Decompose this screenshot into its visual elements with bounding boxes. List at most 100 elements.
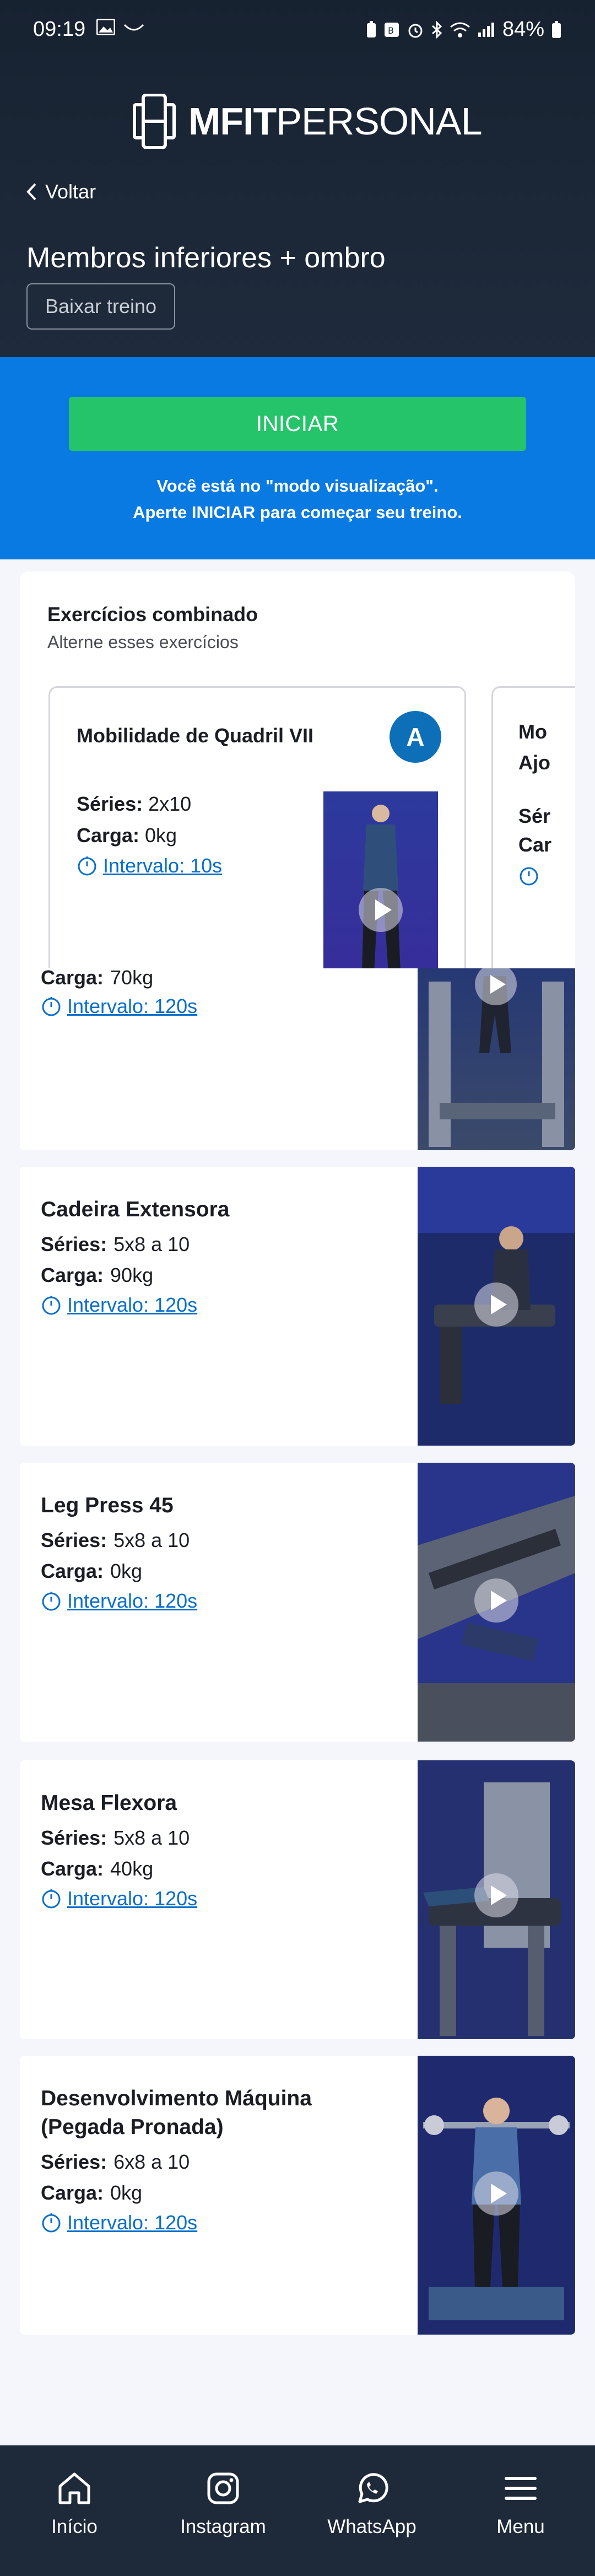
brand-name-bold: MFIT bbox=[188, 100, 277, 143]
home-icon bbox=[58, 2472, 90, 2504]
exercise-thumbnail[interactable] bbox=[418, 1760, 575, 2039]
exercise-card[interactable]: Mesa Flexora Séries: 5x8 a 10 Carga: 40kg … bbox=[20, 1760, 575, 2039]
exercise-name: Mo Ajo bbox=[518, 716, 550, 778]
timer-icon bbox=[42, 2213, 61, 2233]
exercise-name-line2: Ajo bbox=[518, 751, 550, 774]
start-button[interactable]: INICIAR bbox=[69, 397, 526, 451]
nav-item-menu[interactable]: Menu bbox=[466, 2469, 576, 2562]
load-value: 0kg bbox=[110, 1560, 143, 1582]
status-right-icons: B 84% bbox=[366, 18, 562, 41]
exercise-series: Séries: 2x10 bbox=[77, 793, 191, 816]
combined-exercise-card-b[interactable]: Mo Ajo Sér Car bbox=[491, 686, 575, 968]
exercise-name: Cadeira Extensora bbox=[41, 1198, 230, 1221]
series-label: Séries: bbox=[77, 793, 143, 815]
exercise-series: Sér bbox=[518, 805, 550, 828]
exercise-load: Carga: 70kg bbox=[41, 968, 153, 989]
interval-link[interactable]: Intervalo: 10s bbox=[77, 854, 222, 877]
interval-link[interactable]: Intervalo: 120s bbox=[41, 1294, 197, 1317]
exercise-thumbnail[interactable] bbox=[418, 2056, 575, 2335]
wifi-icon bbox=[450, 21, 470, 38]
signal-icon bbox=[477, 21, 496, 38]
exercise-name: Mobilidade de Quadril VII bbox=[77, 724, 314, 747]
timer-icon bbox=[42, 1889, 61, 1909]
battery-percent: 84% bbox=[502, 18, 544, 41]
exercise-thumbnail[interactable] bbox=[323, 791, 438, 968]
view-mode-line2: Aperte INICIAR para começar seu treino. bbox=[133, 503, 462, 522]
nav-label: WhatsApp bbox=[327, 2516, 416, 2537]
combined-title: Exercícios combinado bbox=[47, 603, 258, 626]
header: 09:19 B 84% MFITPERSONAL Voltar Membros … bbox=[0, 0, 595, 357]
exercise-load: Carga: 0kg bbox=[41, 2181, 142, 2205]
interval-link[interactable]: Intervalo: 120s bbox=[41, 2211, 197, 2234]
back-button[interactable]: Voltar bbox=[25, 180, 96, 203]
exercise-load: Carga: 40kg bbox=[41, 1857, 153, 1880]
exercise-load: Carga: 90kg bbox=[41, 1264, 153, 1287]
series-label: Séries: bbox=[41, 1233, 107, 1255]
nav-label: Menu bbox=[496, 2516, 545, 2537]
download-workout-button[interactable]: Baixar treino bbox=[26, 283, 175, 330]
exercise-series: Séries: 5x8 a 10 bbox=[41, 1529, 190, 1552]
exercise-name: Desenvolvimento Máquina (Pegada Pronada) bbox=[41, 2087, 312, 2139]
timer-icon bbox=[42, 1592, 61, 1611]
interval-link[interactable]: Intervalo: 120s bbox=[41, 1589, 197, 1613]
interval-text: Intervalo: 120s bbox=[67, 995, 198, 1017]
view-mode-message: Você está no "modo visualização". Aperte… bbox=[0, 473, 595, 526]
interval-text: Intervalo: 120s bbox=[67, 1294, 198, 1316]
series-value: 2x10 bbox=[148, 793, 192, 815]
interval-link[interactable]: Intervalo: 120s bbox=[41, 995, 197, 1018]
load-value: 70kg bbox=[110, 968, 154, 989]
interval-text: Intervalo: 120s bbox=[67, 1589, 198, 1612]
series-label: Sér bbox=[518, 805, 551, 827]
interval-text: Intervalo: 10s bbox=[103, 854, 223, 877]
exercise-card[interactable]: Cadeira Extensora Séries: 5x8 a 10 Carga:… bbox=[20, 1167, 575, 1446]
timer-icon bbox=[42, 1296, 61, 1315]
timer-icon bbox=[42, 997, 61, 1016]
nav-item-whatsapp[interactable]: WhatsApp bbox=[317, 2469, 427, 2562]
nav-item-instagram[interactable]: Instagram bbox=[168, 2469, 278, 2562]
nav-item-home[interactable]: Início bbox=[19, 2469, 129, 2562]
gallery-notification-icon bbox=[96, 19, 115, 35]
whatsapp-icon bbox=[358, 2473, 388, 2503]
exercise-load: Carga: 0kg bbox=[41, 1560, 142, 1583]
timer-icon bbox=[520, 867, 538, 886]
load-label: Car bbox=[518, 833, 552, 856]
page-title: Membros inferiores + ombro bbox=[26, 242, 386, 274]
exercise-name: Leg Press 45 bbox=[41, 1494, 174, 1517]
brand-name-light: PERSONAL bbox=[276, 100, 482, 143]
exercise-thumbnail[interactable] bbox=[418, 1463, 575, 1742]
interval-text: Intervalo: 120s bbox=[67, 2211, 198, 2234]
exercise-card[interactable]: Desenvolvimento Máquina (Pegada Pronada)… bbox=[20, 2056, 575, 2335]
series-label: Séries: bbox=[41, 1529, 107, 1551]
exercise-series: Séries: 5x8 a 10 bbox=[41, 1826, 190, 1850]
series-value: 5x8 a 10 bbox=[113, 1826, 190, 1849]
exercise-thumbnail[interactable] bbox=[418, 1167, 575, 1446]
svg-text:B: B bbox=[388, 25, 394, 36]
exercise-card[interactable]: Leg Press 45 Séries: 5x8 a 10 Carga: 0kg I… bbox=[20, 1463, 575, 1742]
exercise-load: Carga: 0kg bbox=[77, 824, 177, 847]
exercise-series: Séries: 5x8 a 10 bbox=[41, 1233, 190, 1256]
load-label: Carga: bbox=[41, 968, 104, 989]
combined-exercise-card-a[interactable]: Mobilidade de Quadril VII A Séries: 2x10… bbox=[48, 686, 466, 968]
series-value: 5x8 a 10 bbox=[113, 1233, 190, 1255]
load-label: Carga: bbox=[41, 2181, 104, 2204]
brand-name: MFITPERSONAL bbox=[188, 99, 483, 143]
exercise-letter-badge: A bbox=[390, 711, 441, 763]
series-label: Séries: bbox=[41, 2151, 107, 2173]
exercise-series: Séries: 6x8 a 10 bbox=[41, 2151, 190, 2174]
interval-link[interactable]: Intervalo: 120s bbox=[41, 1887, 197, 1910]
exercise-name-line1: Mo bbox=[518, 720, 547, 743]
status-bar: 09:19 B 84% bbox=[0, 0, 595, 58]
load-value: 40kg bbox=[110, 1857, 154, 1880]
exercise-thumbnail[interactable] bbox=[418, 968, 575, 1150]
alarm-icon bbox=[407, 21, 424, 39]
load-label: Carga: bbox=[41, 1857, 104, 1880]
series-value: 6x8 a 10 bbox=[113, 2151, 190, 2173]
sim-icon: B bbox=[383, 21, 400, 38]
exercise-load: Car bbox=[518, 833, 551, 856]
brand-logo: MFITPERSONAL bbox=[132, 94, 483, 149]
interval-text: Intervalo: 120s bbox=[67, 1887, 198, 1910]
battery-icon bbox=[551, 20, 562, 39]
dumbbell-logo-icon bbox=[133, 94, 176, 149]
load-label: Carga: bbox=[41, 1560, 104, 1582]
exercise-card-partial[interactable]: Carga: 70kg Intervalo: 120s bbox=[20, 968, 575, 1150]
